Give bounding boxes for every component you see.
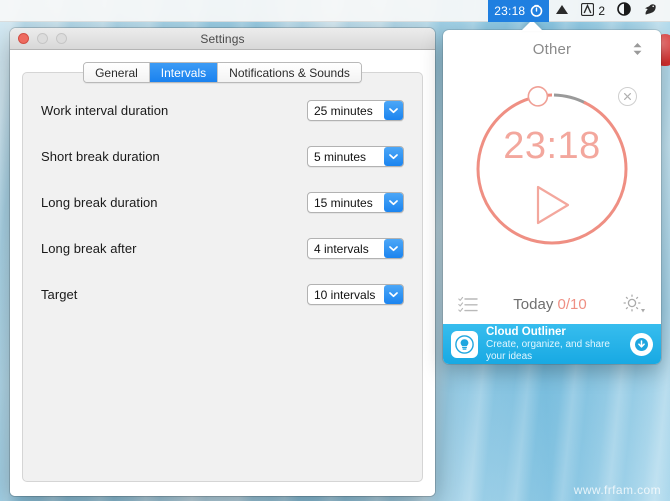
label-short-break-duration: Short break duration (41, 149, 307, 164)
today-label-text: Today (513, 296, 553, 313)
timer-popover: Other (443, 30, 661, 364)
download-arrow-icon[interactable] (630, 333, 653, 356)
select-long-break-duration[interactable]: 15 minutes (307, 192, 404, 213)
ring-handle (527, 85, 549, 107)
row-gap (41, 214, 404, 237)
stepper-updown-icon[interactable] (632, 42, 643, 56)
tab-bar: General Intervals Notifications & Sounds (83, 62, 362, 83)
tab-general[interactable]: General (84, 63, 150, 82)
field-row-work-interval-duration: Work interval duration 25 minutes (41, 99, 404, 122)
select-value-long-break-after: 4 intervals (308, 242, 369, 256)
lightbulb-icon (451, 331, 478, 358)
row-gap (41, 122, 404, 145)
tab-intervals[interactable]: Intervals (150, 63, 218, 82)
popover-title: Other (533, 41, 572, 58)
select-target[interactable]: 10 intervals (307, 284, 404, 305)
menubar-item-count: 2 (598, 4, 605, 18)
desktop: 23:18 2 (0, 0, 670, 501)
today-count: 0/10 (558, 296, 587, 313)
settings-window: Settings General Intervals Notifications… (10, 28, 435, 496)
window-title: Settings (10, 32, 435, 46)
ad-title: Cloud Outliner (486, 326, 630, 339)
row-gap (41, 168, 404, 191)
select-short-break-duration[interactable]: 5 minutes (307, 146, 404, 167)
menubar-item-triangle[interactable] (549, 0, 575, 22)
intervals-panel: Work interval duration 25 minutes Short … (22, 72, 423, 482)
contrast-circle-icon (617, 2, 631, 19)
chevron-down-icon (384, 101, 403, 120)
play-icon[interactable] (468, 183, 636, 227)
close-circle-icon[interactable] (618, 87, 637, 106)
timer-display: 23:18 (468, 125, 636, 168)
field-row-long-break-duration: Long break duration 15 minutes (41, 191, 404, 214)
menubar-clock: 23:18 (494, 4, 525, 18)
select-value-target: 10 intervals (308, 288, 375, 302)
bird-icon (643, 2, 658, 19)
field-row-target: Target 10 intervals (41, 283, 404, 306)
watermark: www.frfam.com (574, 483, 661, 497)
ad-text: Cloud Outliner Create, organize, and sha… (486, 326, 630, 362)
menu-bar: 23:18 2 (0, 0, 670, 22)
label-target: Target (41, 287, 307, 302)
tab-notifications-sounds[interactable]: Notifications & Sounds (218, 63, 361, 82)
chevron-down-icon (384, 285, 403, 304)
ad-banner[interactable]: Cloud Outliner Create, organize, and sha… (443, 324, 661, 364)
ad-subtitle: Create, organize, and share your ideas (486, 339, 630, 362)
traffic-lights (10, 33, 67, 44)
checklist-icon[interactable] (458, 296, 478, 313)
today-progress: Today 0/10 (478, 296, 622, 313)
field-row-long-break-after: Long break after 4 intervals (41, 237, 404, 260)
timer-icon (530, 4, 543, 17)
menubar-item-alfred[interactable]: 2 (575, 0, 611, 22)
popover-footer: Today 0/10 (443, 284, 661, 324)
select-long-break-after[interactable]: 4 intervals (307, 238, 404, 259)
label-work-interval-duration: Work interval duration (41, 103, 307, 118)
maximize-button[interactable] (56, 33, 67, 44)
window-titlebar[interactable]: Settings (10, 28, 435, 50)
chevron-down-icon (384, 239, 403, 258)
popover-header: Other (443, 30, 661, 68)
minimize-button[interactable] (37, 33, 48, 44)
chevron-down-icon (384, 193, 403, 212)
select-value-long-break-duration: 15 minutes (308, 196, 373, 210)
a-logo-icon (581, 3, 594, 19)
triangle-up-icon (555, 3, 569, 19)
row-gap (41, 260, 404, 283)
menubar-item-contrast[interactable] (611, 0, 637, 22)
timer-ring[interactable]: 23:18 (468, 85, 636, 253)
select-value-work-interval-duration: 25 minutes (308, 104, 373, 118)
label-long-break-after: Long break after (41, 241, 307, 256)
label-long-break-duration: Long break duration (41, 195, 307, 210)
close-button[interactable] (18, 33, 29, 44)
chevron-down-icon (384, 147, 403, 166)
gear-icon[interactable] (622, 293, 646, 315)
field-row-short-break-duration: Short break duration 5 minutes (41, 145, 404, 168)
menubar-item-bird[interactable] (637, 0, 664, 22)
select-work-interval-duration[interactable]: 25 minutes (307, 100, 404, 121)
window-body: General Intervals Notifications & Sounds… (10, 50, 435, 496)
select-value-short-break-duration: 5 minutes (308, 150, 366, 164)
menubar-timer-status[interactable]: 23:18 (488, 0, 549, 22)
